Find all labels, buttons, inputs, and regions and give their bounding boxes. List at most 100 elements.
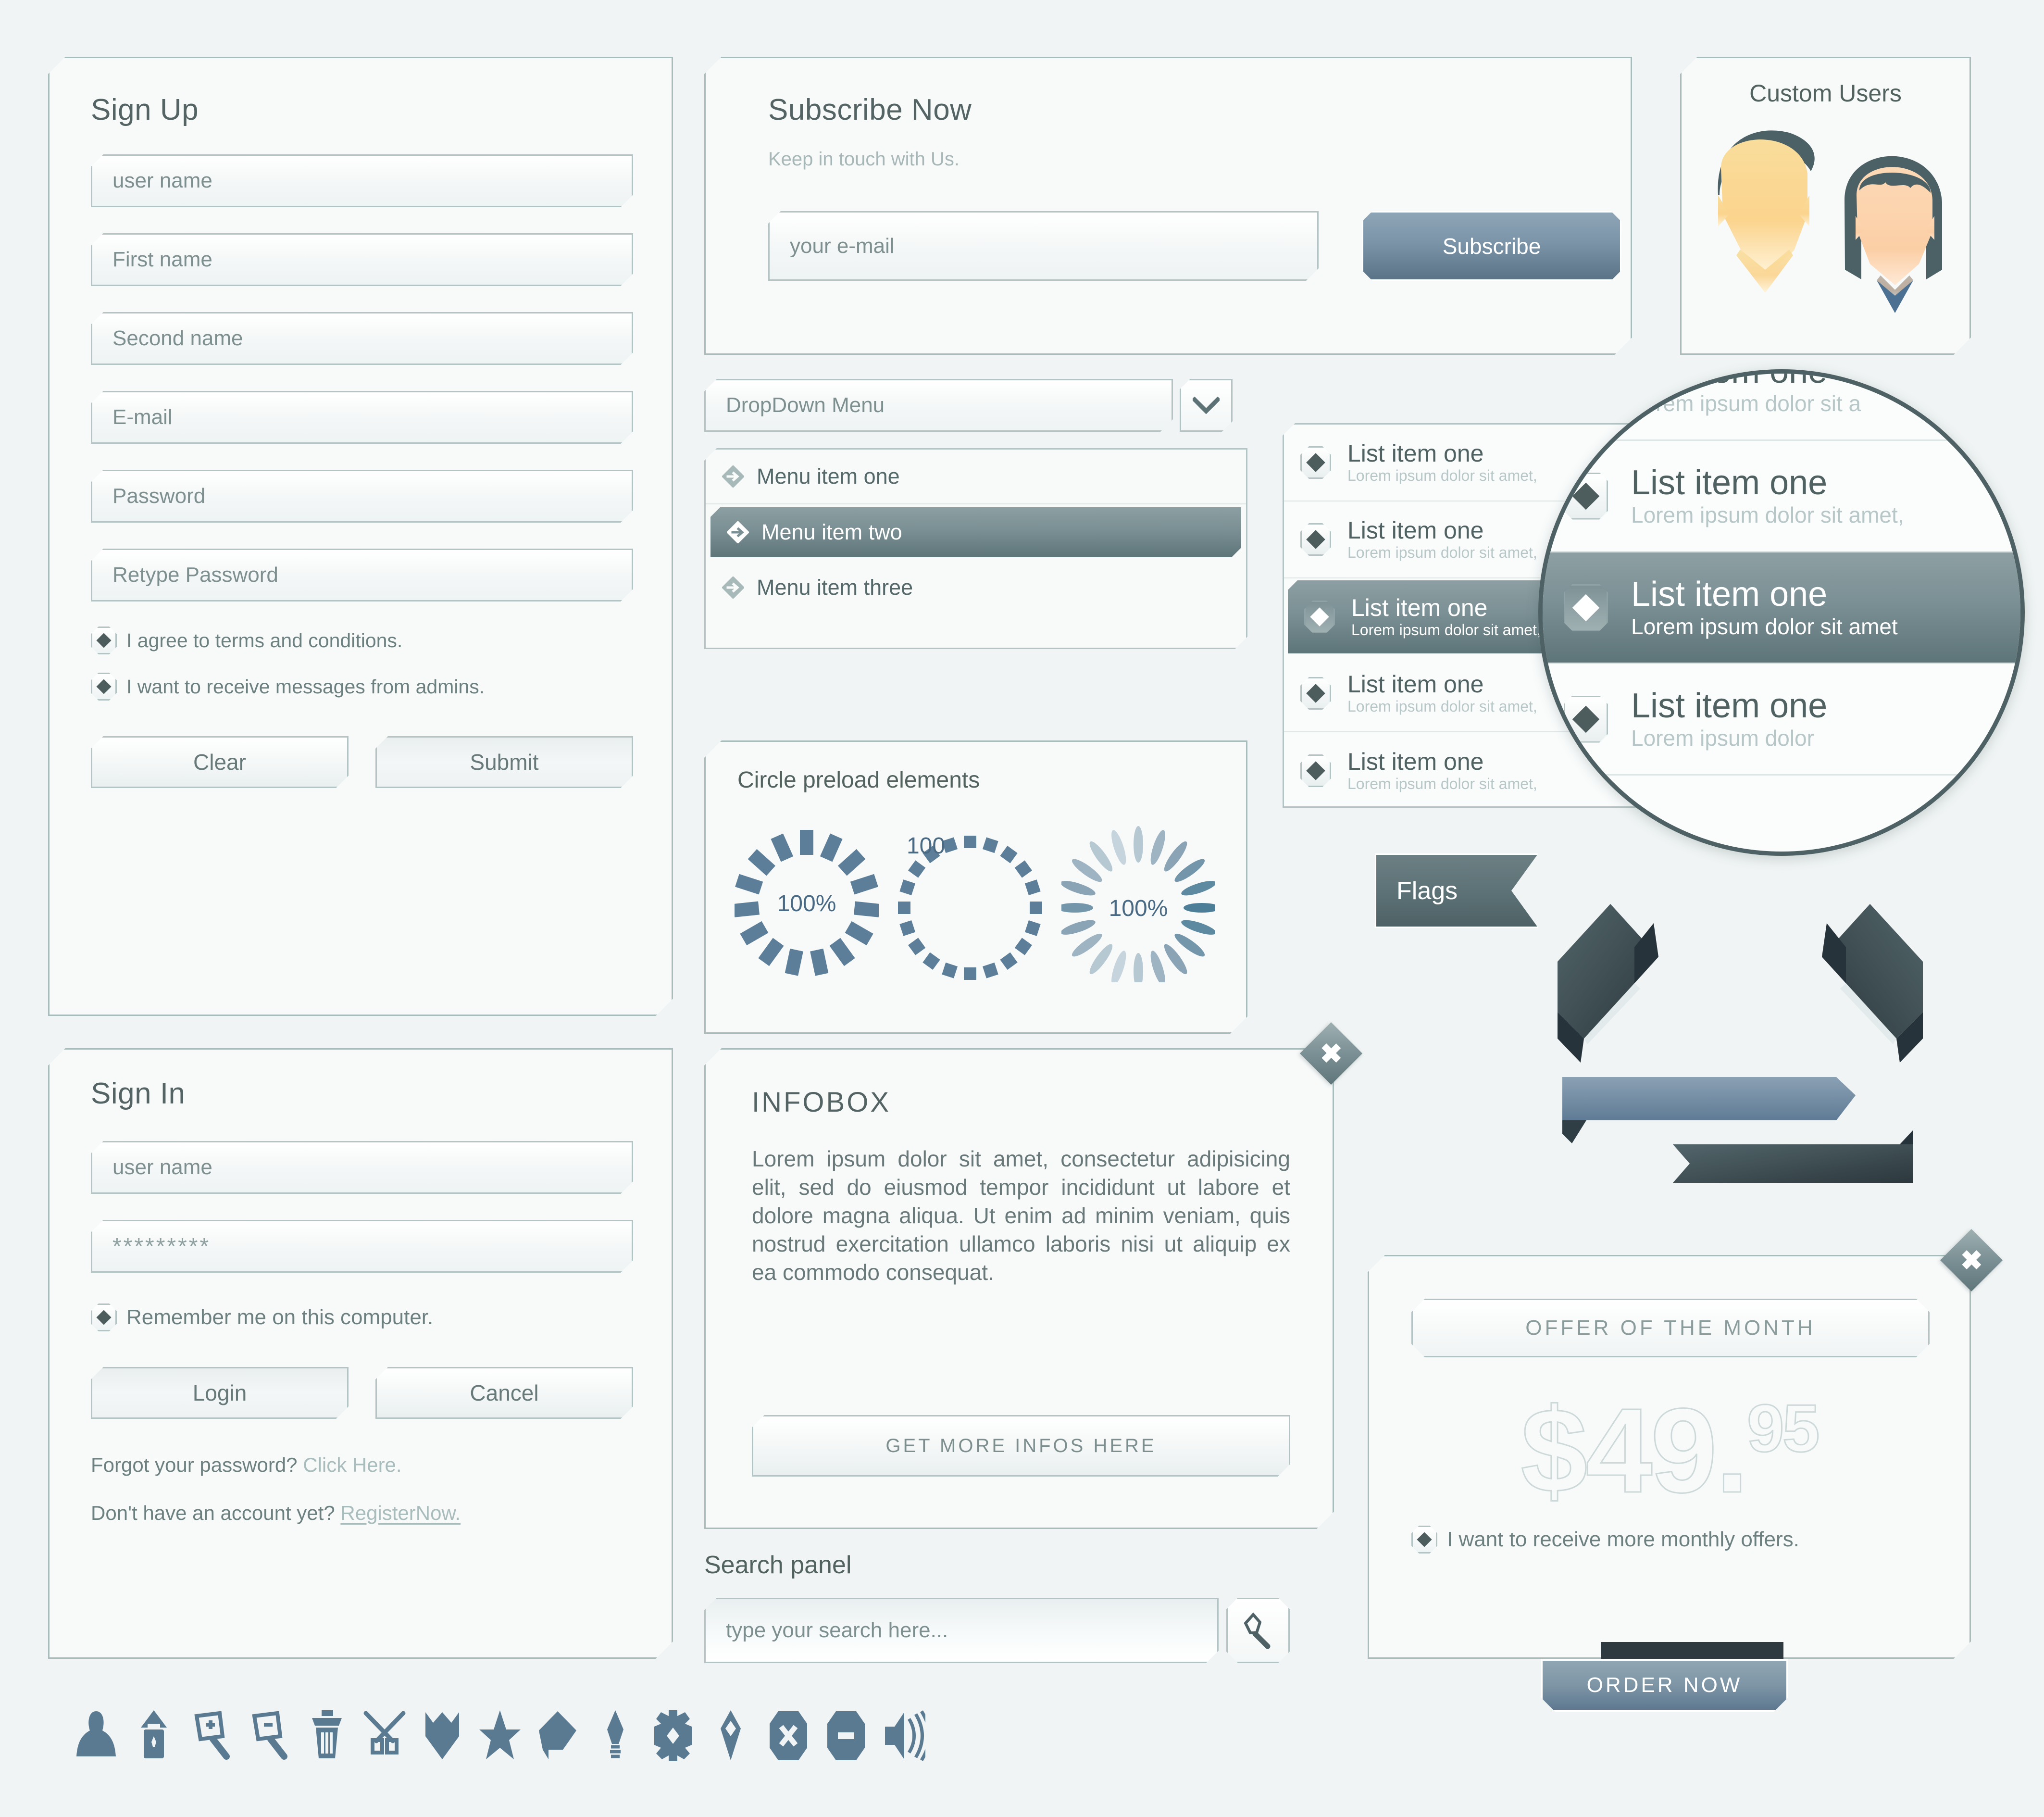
scissors-icon[interactable] (356, 1709, 413, 1762)
star-icon[interactable] (471, 1709, 529, 1762)
preloader-dotted-ring: 100 (898, 824, 1042, 982)
infobox-panel: INFOBOX Lorem ipsum dolor sit amet, cons… (704, 1048, 1334, 1529)
signin-panel: Sign In user name ********* Remember me … (48, 1048, 673, 1659)
subscribe-email-placeholder: your e-mail (790, 234, 895, 258)
magnified-list-item[interactable]: List item one Lorem ipsum dolor (1543, 664, 2020, 776)
signin-password-field[interactable]: ********* (91, 1220, 633, 1273)
magnified-item-title: List item one (1631, 575, 1828, 614)
preloader-dotted-label: 100 (907, 833, 945, 859)
signup-clear-button[interactable]: Clear (91, 736, 349, 788)
signup-title: Sign Up (91, 93, 199, 126)
gear-icon[interactable] (644, 1709, 702, 1762)
user-icon[interactable] (67, 1709, 125, 1762)
location-pin-icon[interactable] (702, 1709, 760, 1762)
list-bullet-icon (1300, 446, 1331, 479)
heart-icon[interactable] (413, 1709, 471, 1762)
preloader-dash-label: 100% (777, 891, 836, 916)
diamond-icon (1306, 530, 1325, 549)
lightbulb-icon[interactable] (586, 1709, 644, 1762)
offer-checkbox[interactable] (1411, 1526, 1437, 1554)
signup-messages-label: I want to receive messages from admins. (126, 675, 485, 698)
diamond-icon (1310, 607, 1329, 627)
signin-login-label: Login (192, 1380, 247, 1405)
signin-cancel-button[interactable]: Cancel (375, 1367, 633, 1419)
register-row: Don't have an account yet? RegisterNow. (91, 1502, 461, 1525)
dropdown-toggle-button[interactable] (1180, 379, 1233, 432)
list-item-subtitle: Lorem ipsum dolor sit amet, (1347, 544, 1537, 561)
signup-retype-password-field[interactable]: Retype Password (91, 549, 633, 601)
list-bullet-icon (1300, 754, 1331, 787)
minus-circle-icon[interactable] (817, 1709, 875, 1762)
diamond-icon (96, 679, 111, 694)
chevron-down-icon (1193, 397, 1220, 414)
signup-submit-button[interactable]: Submit (375, 736, 633, 788)
ribbon-left (1558, 904, 1658, 1063)
signup-retype-placeholder: Retype Password (112, 563, 278, 587)
signin-login-button[interactable]: Login (91, 1367, 349, 1419)
signup-terms-row[interactable]: I agree to terms and conditions. (91, 627, 402, 654)
magnifier-lens: List item one Lorem ipsum dolor sit a Li… (1538, 369, 2025, 856)
forgot-password-text: Forgot your password? (91, 1454, 298, 1476)
signup-submit-label: Submit (470, 750, 539, 775)
signup-messages-row[interactable]: I want to receive messages from admins. (91, 673, 485, 701)
register-now-link[interactable]: RegisterNow. (340, 1502, 461, 1524)
infobox-cta-button[interactable]: GET MORE INFOS HERE (752, 1415, 1290, 1477)
diamond-icon (1572, 705, 1600, 733)
menu-item-two[interactable]: Menu item two (710, 507, 1241, 557)
subscribe-title: Subscribe Now (768, 93, 972, 126)
search-input[interactable]: type your search here... (704, 1598, 1219, 1663)
flag-banner: Flags (1375, 853, 1538, 928)
signup-clear-label: Clear (193, 750, 246, 775)
signin-remember-row[interactable]: Remember me on this computer. (91, 1303, 433, 1331)
offer-checkbox-row[interactable]: I want to receive more monthly offers. (1411, 1526, 1799, 1554)
signup-email-field[interactable]: E-mail (91, 391, 633, 444)
list-item-title: List item one (1347, 748, 1484, 775)
offer-price: $49.95 (1369, 1381, 1969, 1519)
magnified-list-item[interactable]: List item one Lorem ipsum dolor sit amet… (1543, 441, 2020, 552)
offer-panel: OFFER OF THE MONTH $49.95 I want to rece… (1368, 1255, 1971, 1659)
offer-title-box: OFFER OF THE MONTH (1411, 1299, 1930, 1357)
search-button[interactable] (1226, 1598, 1290, 1663)
signin-password-value: ********* (112, 1233, 211, 1259)
magnified-list-item-selected[interactable]: List item one Lorem ipsum dolor sit amet (1543, 552, 2020, 664)
ribbon-dark-tail (1673, 1130, 1913, 1183)
ui-kit-stage: Sign Up user name First name Second name… (0, 0, 2044, 1817)
magnified-item-subtitle: Lorem ipsum dolor sit amet (1631, 614, 1898, 639)
signin-remember-checkbox[interactable] (91, 1303, 117, 1331)
signup-secondname-field[interactable]: Second name (91, 312, 633, 365)
magnified-list-item[interactable]: List item one Lorem ipsum dolor sit a (1543, 374, 2020, 441)
signup-firstname-placeholder: First name (112, 248, 212, 271)
preloader-petal-label: 100% (1109, 896, 1168, 921)
signin-remember-label: Remember me on this computer. (126, 1305, 434, 1329)
subscribe-button[interactable]: Subscribe (1362, 211, 1621, 281)
signup-messages-checkbox[interactable] (91, 673, 117, 701)
zoom-in-icon[interactable] (183, 1709, 240, 1762)
speech-bubble-icon[interactable] (529, 1709, 586, 1762)
menu-item-three[interactable]: Menu item three (706, 560, 1246, 615)
close-icon: ✖ (1320, 1038, 1343, 1068)
close-circle-icon[interactable] (760, 1709, 817, 1762)
subscribe-subtitle: Keep in touch with Us. (768, 149, 960, 170)
lock-icon[interactable] (125, 1709, 183, 1762)
signin-username-field[interactable]: user name (91, 1141, 633, 1194)
trash-icon[interactable] (298, 1709, 356, 1762)
click-here-link[interactable]: Click Here. (303, 1454, 401, 1476)
signup-password-field[interactable]: Password (91, 470, 633, 523)
subscribe-email-field[interactable]: your e-mail (768, 211, 1319, 281)
signup-username-field[interactable]: user name (91, 154, 633, 207)
search-panel: Search panel type your search here... (704, 1551, 1339, 1663)
order-now-button[interactable]: ORDER NOW (1541, 1659, 1788, 1712)
female-avatar (1845, 156, 1942, 313)
list-bullet-icon (1564, 473, 1608, 520)
dropdown-wrap: DropDown Menu (704, 379, 1233, 432)
volume-icon[interactable] (875, 1709, 933, 1762)
magnified-item-subtitle: Lorem ipsum dolor (1631, 726, 1814, 751)
menu-item-one[interactable]: Menu item one (706, 450, 1246, 504)
diamond-icon (1306, 761, 1325, 780)
signup-firstname-field[interactable]: First name (91, 233, 633, 286)
zoom-out-icon[interactable] (240, 1709, 298, 1762)
signup-terms-checkbox[interactable] (91, 627, 117, 654)
icon-toolbar (67, 1688, 933, 1784)
dropdown-select[interactable]: DropDown Menu (704, 379, 1173, 432)
ribbons-group (1558, 894, 1923, 1202)
